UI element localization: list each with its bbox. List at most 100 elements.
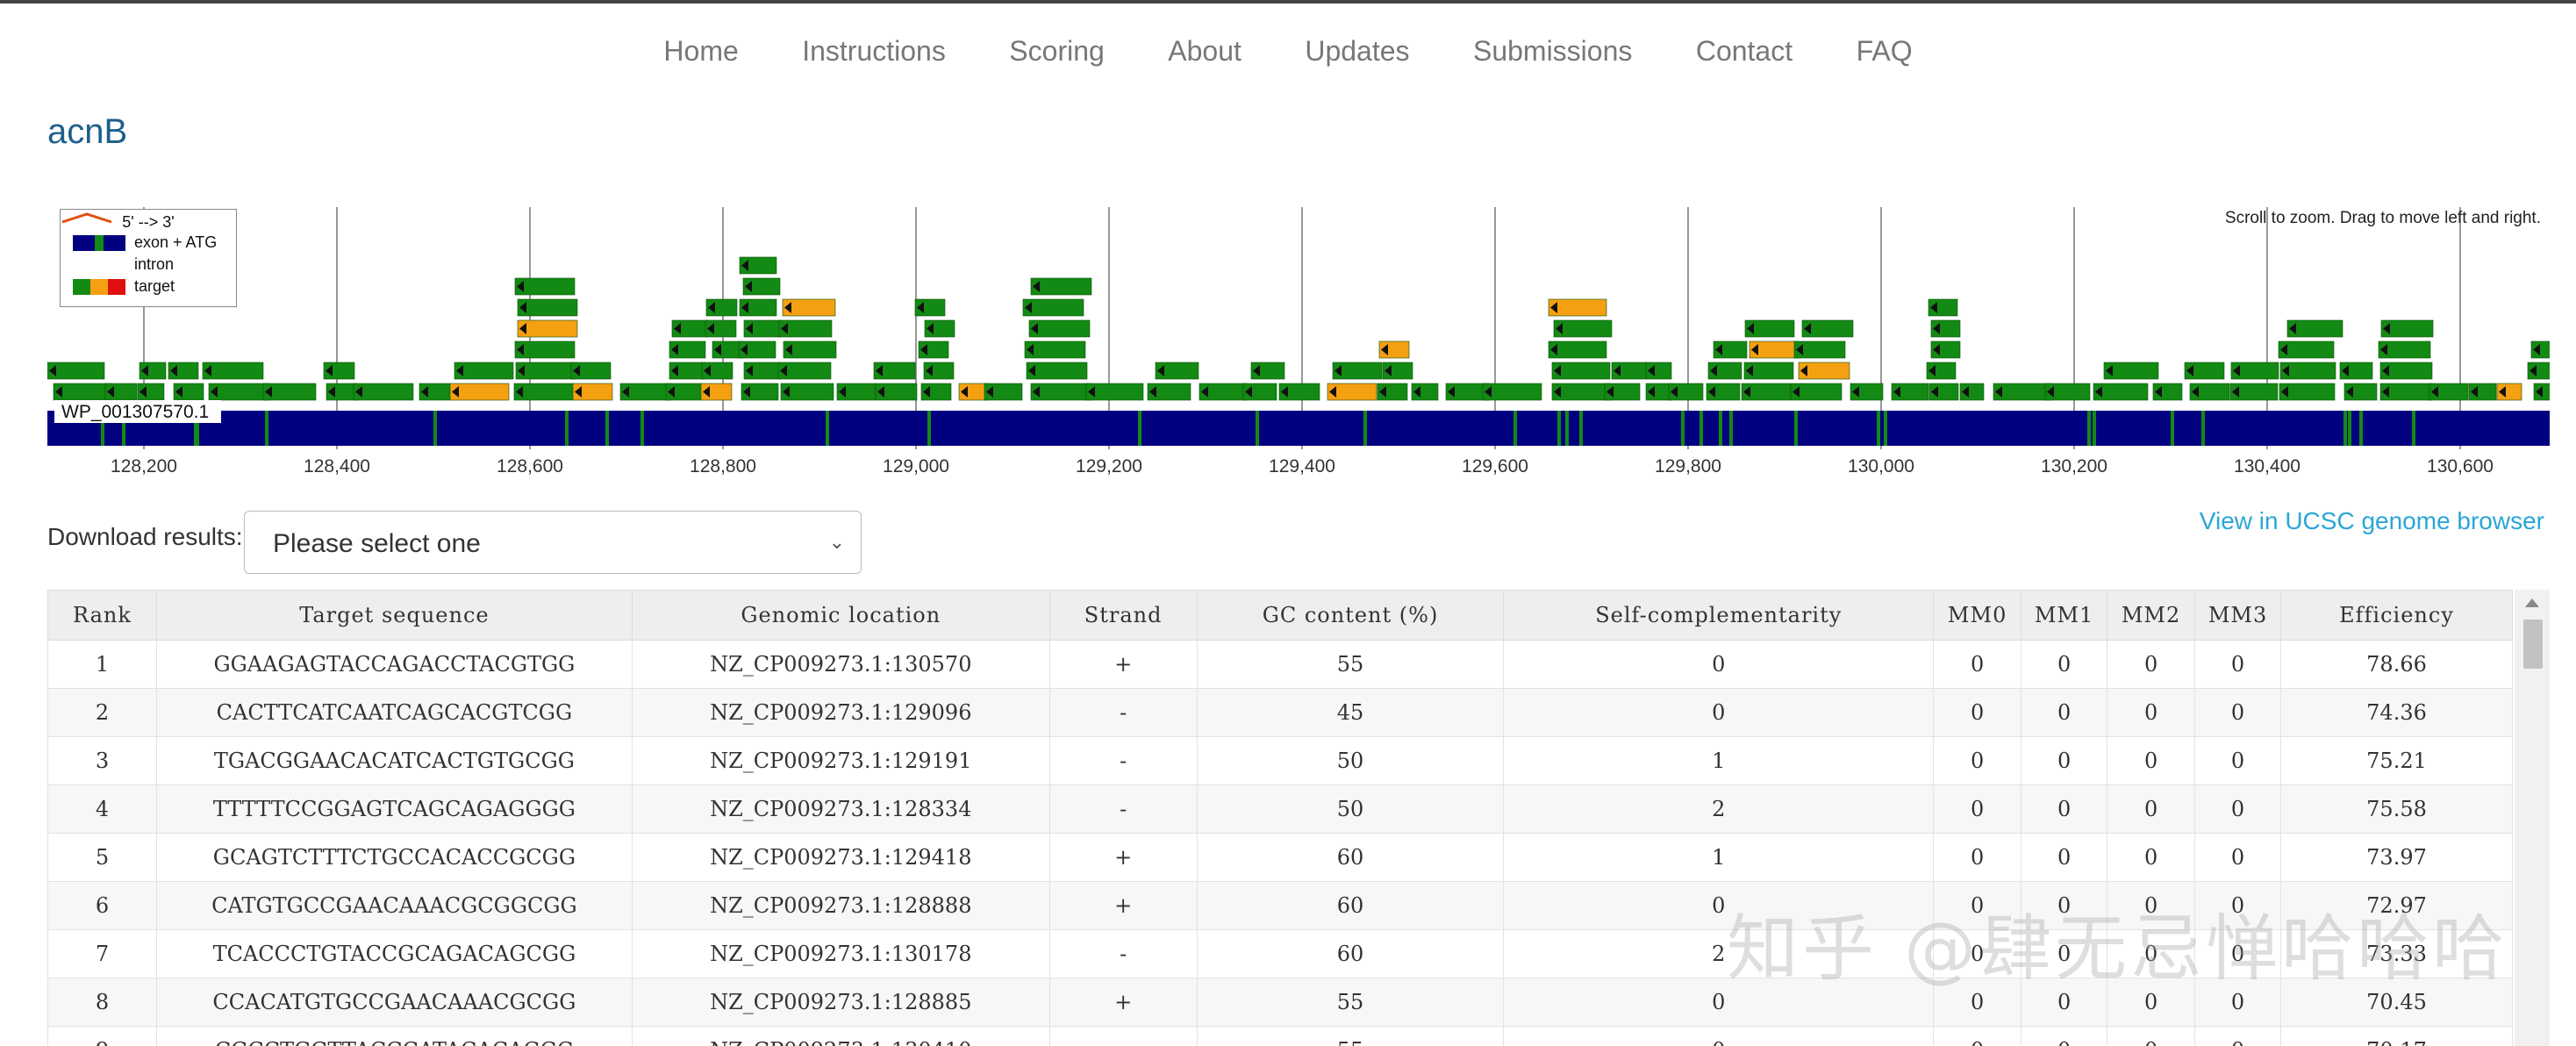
table-cell-mm3: 0 xyxy=(2195,737,2281,785)
col-efficiency[interactable]: Efficiency xyxy=(2281,591,2513,641)
table-cell-target-sequence[interactable]: TTTTTCCGGAGTCAGCAGAGGGG xyxy=(156,785,632,834)
scroll-up-icon[interactable] xyxy=(2525,598,2539,607)
target-block xyxy=(454,362,513,379)
table-cell-mm3: 0 xyxy=(2195,641,2281,689)
transcript-label: WP_001307570.1 xyxy=(61,402,209,422)
nav-instructions[interactable]: Instructions xyxy=(802,35,946,68)
col-mm1[interactable]: MM1 xyxy=(2021,591,2107,641)
table-cell-strand: - xyxy=(1049,930,1197,978)
target-mark xyxy=(2087,411,2091,446)
axis-tick-label: 130,000 xyxy=(1848,456,1914,477)
table-row: 3TGACGGAACACATCACTGTGCGGNZ_CP009273.1:12… xyxy=(48,737,2513,785)
table-cell-target-sequence[interactable]: TGACGGAACACATCACTGTGCGG xyxy=(156,737,632,785)
axis-tick-label: 129,000 xyxy=(883,456,949,477)
table-scrollbar[interactable] xyxy=(2515,590,2550,1046)
table-cell-self-complementarity: 0 xyxy=(1504,689,1934,737)
target-block xyxy=(515,341,575,358)
table-cell-strand: + xyxy=(1049,834,1197,882)
target-block xyxy=(1031,278,1091,295)
col-mm0[interactable]: MM0 xyxy=(1934,591,2021,641)
table-cell-gc-content: 55 xyxy=(1197,978,1504,1027)
target-mark xyxy=(1256,411,1259,446)
table-cell-efficiency: 73.97 xyxy=(2281,834,2513,882)
axis-tick-label: 129,200 xyxy=(1076,456,1142,477)
col-genomic-location[interactable]: Genomic location xyxy=(632,591,1049,641)
nav-contact[interactable]: Contact xyxy=(1696,35,1792,68)
target-block xyxy=(1027,362,1087,379)
table-cell-gc-content: 50 xyxy=(1197,737,1504,785)
nav-about[interactable]: About xyxy=(1168,35,1241,68)
target-track[interactable]: WP_001307570.1 xyxy=(47,204,2550,454)
table-cell-mm0: 0 xyxy=(1934,641,2021,689)
table-cell-gc-content: 55 xyxy=(1197,641,1504,689)
target-block xyxy=(1023,299,1084,316)
table-cell-gc-content: 50 xyxy=(1197,785,1504,834)
table-cell-rank: 9 xyxy=(48,1027,157,1046)
table-cell-mm2: 0 xyxy=(2107,785,2195,834)
ucsc-link[interactable]: View in UCSC genome browser xyxy=(2200,507,2544,535)
table-cell-target-sequence[interactable]: GGAAGAGTACCAGACCTACGTGG xyxy=(156,641,632,689)
target-block xyxy=(1483,383,1542,400)
target-mark xyxy=(433,411,437,446)
table-cell-mm0: 0 xyxy=(1934,1027,2021,1046)
target-mark xyxy=(2093,411,2096,446)
table-cell-strand: - xyxy=(1049,689,1197,737)
col-mm3[interactable]: MM3 xyxy=(2195,591,2281,641)
nav-updates[interactable]: Updates xyxy=(1305,35,1409,68)
table-cell-target-sequence[interactable]: TCACCCTGTACCGCAGACAGCGG xyxy=(156,930,632,978)
viewer-hint: Scroll to zoom. Drag to move left and ri… xyxy=(2225,209,2541,228)
table-cell-mm1: 0 xyxy=(2021,1027,2107,1046)
table-cell-mm0: 0 xyxy=(1934,785,2021,834)
scroll-thumb[interactable] xyxy=(2523,620,2543,669)
target-block xyxy=(516,362,576,379)
target-block xyxy=(514,383,574,400)
axis-tick-label: 129,600 xyxy=(1462,456,1528,477)
col-rank[interactable]: Rank xyxy=(48,591,157,641)
axis-tick-label: 130,600 xyxy=(2427,456,2494,477)
col-self-complementarity[interactable]: Self-complementarity xyxy=(1504,591,1934,641)
nav-faq[interactable]: FAQ xyxy=(1857,35,1913,68)
download-select[interactable]: Please select one ⌄ xyxy=(244,511,862,574)
intron-swatch xyxy=(73,257,125,273)
table-cell-genomic-location: NZ_CP009273.1:128334 xyxy=(632,785,1049,834)
target-block xyxy=(354,383,413,400)
target-mark xyxy=(2171,411,2174,446)
table-cell-gc-content: 60 xyxy=(1197,834,1504,882)
nav-home[interactable]: Home xyxy=(663,35,738,68)
table-cell-self-complementarity: 1 xyxy=(1504,834,1934,882)
nav-submissions[interactable]: Submissions xyxy=(1473,35,1632,68)
axis-tick-label: 130,400 xyxy=(2234,456,2301,477)
legend-exon-label: exon + ATG xyxy=(134,233,217,252)
table-cell-self-complementarity: 2 xyxy=(1504,785,1934,834)
target-mark xyxy=(1884,411,1887,446)
table-cell-target-sequence[interactable]: GCAGTCTTTCTGCCACACCGCGG xyxy=(156,834,632,882)
table-cell-rank: 8 xyxy=(48,978,157,1027)
table-header: Rank Target sequence Genomic location St… xyxy=(48,591,2513,641)
table-cell-mm2: 0 xyxy=(2107,641,2195,689)
col-strand[interactable]: Strand xyxy=(1049,591,1197,641)
target-mark xyxy=(927,411,931,446)
table-cell-target-sequence[interactable]: CCACATGTGCCGAACAAACGCGG xyxy=(156,978,632,1027)
axis-tick-label: 130,200 xyxy=(2041,456,2107,477)
exon-bar xyxy=(47,411,2550,446)
target-mark xyxy=(640,411,644,446)
col-mm2[interactable]: MM2 xyxy=(2107,591,2195,641)
table-cell-efficiency: 74.36 xyxy=(2281,689,2513,737)
nav-scoring[interactable]: Scoring xyxy=(1009,35,1105,68)
table-cell-target-sequence[interactable]: CACTTCATCAATCAGCACGTCGG xyxy=(156,689,632,737)
col-gc-content[interactable]: GC content (%) xyxy=(1197,591,1504,641)
table-cell-target-sequence[interactable]: CATGTGCCGAACAAACGCGGCGG xyxy=(156,882,632,930)
table-cell-self-complementarity: 0 xyxy=(1504,1027,1934,1046)
col-target-sequence[interactable]: Target sequence xyxy=(156,591,632,641)
genome-viewer[interactable]: WP_001307570.1 Scroll to zoom. Drag to m… xyxy=(47,204,2550,483)
top-nav: Home Instructions Scoring About Updates … xyxy=(0,35,2576,68)
table-cell-strand: - xyxy=(1049,737,1197,785)
table-cell-target-sequence[interactable]: CGCCTGGTTACCCATACACAGGG xyxy=(156,1027,632,1046)
target-mark xyxy=(1681,411,1685,446)
table-cell-efficiency: 78.66 xyxy=(2281,641,2513,689)
axis-tick-label: 129,400 xyxy=(1269,456,1335,477)
table-cell-genomic-location: NZ_CP009273.1:130178 xyxy=(632,930,1049,978)
target-mark xyxy=(605,411,609,446)
table-row: 5GCAGTCTTTCTGCCACACCGCGGNZ_CP009273.1:12… xyxy=(48,834,2513,882)
target-mark xyxy=(1579,411,1583,446)
